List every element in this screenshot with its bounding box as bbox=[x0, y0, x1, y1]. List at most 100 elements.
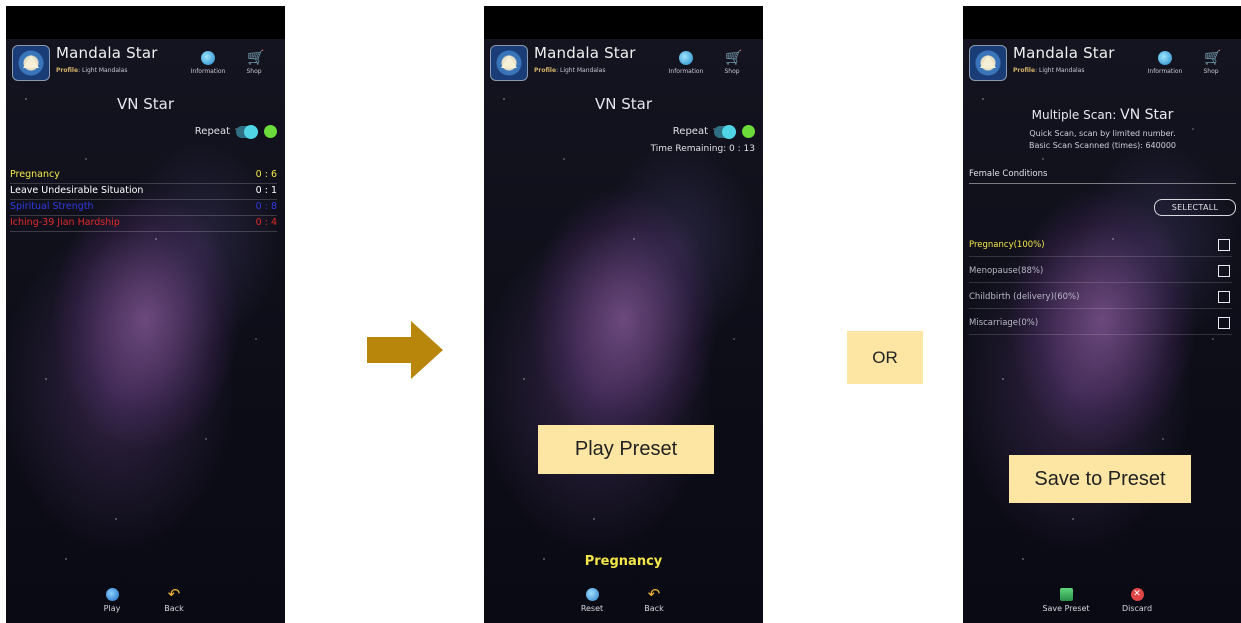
reset-button[interactable]: Reset bbox=[572, 588, 612, 613]
back-arrow-icon: ↶ bbox=[647, 585, 661, 603]
back-button[interactable]: ↶ Back bbox=[634, 585, 674, 614]
repeat-label: Repeat bbox=[672, 126, 708, 137]
status-bar bbox=[963, 6, 1241, 39]
profile-label: Profile bbox=[56, 67, 79, 74]
status-bar bbox=[6, 6, 285, 39]
item-value: 0 : 4 bbox=[255, 217, 277, 228]
shop-button[interactable]: 🛒 Shop bbox=[712, 45, 752, 75]
profile-value: : Light Mandalas bbox=[1035, 67, 1085, 74]
screen-background: Mandala Star Profile: Light Mandalas Inf… bbox=[963, 39, 1241, 623]
phone-screen-multiple-scan: Mandala Star Profile: Light Mandalas Inf… bbox=[963, 6, 1241, 623]
callout-save-to-preset: Save to Preset bbox=[1009, 455, 1191, 503]
app-title: Mandala Star bbox=[534, 44, 636, 62]
information-button[interactable]: Information bbox=[188, 45, 228, 75]
app-logo bbox=[490, 45, 528, 81]
information-icon bbox=[1158, 51, 1172, 65]
information-label: Information bbox=[668, 68, 704, 75]
repeat-row: Repeat bbox=[672, 124, 755, 139]
status-indicator-icon bbox=[742, 125, 755, 138]
item-value: 0 : 6 bbox=[255, 169, 277, 180]
reset-label: Reset bbox=[580, 604, 604, 613]
item-label: Pregnancy(100%) bbox=[969, 240, 1045, 250]
back-label: Back bbox=[644, 604, 664, 613]
item-label: Pregnancy bbox=[10, 169, 60, 180]
repeat-label: Repeat bbox=[194, 126, 230, 137]
list-item[interactable]: Spiritual Strength 0 : 8 bbox=[10, 201, 277, 216]
screen-background: Mandala Star Profile: Light Mandalas Inf… bbox=[484, 39, 763, 623]
repeat-toggle[interactable] bbox=[236, 124, 258, 139]
app-title: Mandala Star bbox=[56, 44, 158, 62]
profile-line: Profile: Light Mandalas bbox=[534, 67, 605, 74]
item-checkbox[interactable] bbox=[1218, 239, 1230, 251]
list-item[interactable]: Miscarriage(0%) bbox=[969, 312, 1232, 335]
profile-value: : Light Mandalas bbox=[556, 67, 606, 74]
shop-label: Shop bbox=[246, 68, 262, 75]
list-item[interactable]: Leave Undesirable Situation 0 : 1 bbox=[10, 185, 277, 200]
reset-icon bbox=[585, 588, 599, 601]
discard-button[interactable]: ✕ Discard bbox=[1115, 588, 1159, 613]
phone-screen-playlist: Mandala Star Profile: Light Mandalas Inf… bbox=[6, 6, 285, 623]
information-label: Information bbox=[1147, 68, 1183, 75]
status-indicator-icon bbox=[264, 125, 277, 138]
list-item[interactable]: Childbirth (delivery)(60%) bbox=[969, 286, 1232, 309]
section-header: Female Conditions bbox=[969, 169, 1236, 184]
list-item[interactable]: Iching-39 Jian Hardship 0 : 4 bbox=[10, 217, 277, 232]
item-label: Menopause(88%) bbox=[969, 266, 1044, 276]
repeat-row: Repeat bbox=[194, 124, 277, 139]
shop-label: Shop bbox=[724, 68, 740, 75]
app-title: Mandala Star bbox=[1013, 44, 1115, 62]
screen-background: Mandala Star Profile: Light Mandalas Inf… bbox=[6, 39, 285, 623]
app-header: Mandala Star Profile: Light Mandalas Inf… bbox=[969, 43, 1236, 83]
shop-button[interactable]: 🛒 Shop bbox=[234, 45, 274, 75]
multiple-scan-title: Multiple Scan: VN Star bbox=[963, 107, 1241, 123]
app-logo bbox=[12, 45, 50, 81]
information-label: Information bbox=[190, 68, 226, 75]
time-remaining: Time Remaining: 0 : 13 bbox=[650, 144, 755, 154]
profile-label: Profile bbox=[1013, 67, 1036, 74]
selectall-button[interactable]: SELECTALL bbox=[1154, 199, 1236, 216]
page-title: VN Star bbox=[594, 95, 652, 113]
item-checkbox[interactable] bbox=[1218, 265, 1230, 277]
list-item[interactable]: Menopause(88%) bbox=[969, 260, 1232, 283]
profile-label: Profile bbox=[534, 67, 557, 74]
play-icon bbox=[105, 588, 119, 601]
shop-cart-icon: 🛒 bbox=[247, 50, 265, 66]
profile-line: Profile: Light Mandalas bbox=[1013, 67, 1084, 74]
status-bar bbox=[484, 6, 763, 39]
save-preset-label: Save Preset bbox=[1042, 604, 1090, 613]
item-label: Miscarriage(0%) bbox=[969, 318, 1039, 328]
list-item[interactable]: Pregnancy 0 : 6 bbox=[10, 169, 277, 184]
item-label: Spiritual Strength bbox=[10, 201, 94, 212]
scan-title-name: VN Star bbox=[1120, 107, 1174, 123]
play-button[interactable]: Play bbox=[92, 588, 132, 613]
now-playing-title: Pregnancy bbox=[584, 554, 663, 569]
shop-cart-icon: 🛒 bbox=[725, 50, 743, 66]
callout-or: OR bbox=[847, 331, 923, 384]
item-value: 0 : 1 bbox=[255, 185, 277, 196]
list-item[interactable]: Pregnancy(100%) bbox=[969, 234, 1232, 257]
page-title: VN Star bbox=[116, 95, 174, 113]
information-button[interactable]: Information bbox=[666, 45, 706, 75]
scan-count: Basic Scan Scanned (times): 640000 bbox=[1028, 141, 1177, 150]
profile-value: : Light Mandalas bbox=[78, 67, 128, 74]
scan-subtitle: Quick Scan, scan by limited number. bbox=[1029, 129, 1176, 138]
item-checkbox[interactable] bbox=[1218, 317, 1230, 329]
item-checkbox[interactable] bbox=[1218, 291, 1230, 303]
item-label: Childbirth (delivery)(60%) bbox=[969, 292, 1080, 302]
back-button[interactable]: ↶ Back bbox=[154, 587, 194, 614]
phone-screen-playing: Mandala Star Profile: Light Mandalas Inf… bbox=[484, 6, 763, 623]
information-button[interactable]: Information bbox=[1145, 45, 1185, 75]
save-preset-icon bbox=[1059, 588, 1073, 601]
shop-cart-icon: 🛒 bbox=[1204, 50, 1222, 66]
repeat-toggle[interactable] bbox=[714, 124, 736, 139]
profile-line: Profile: Light Mandalas bbox=[56, 67, 127, 74]
save-preset-button[interactable]: Save Preset bbox=[1038, 588, 1094, 613]
shop-button[interactable]: 🛒 Shop bbox=[1191, 45, 1231, 75]
shop-label: Shop bbox=[1203, 68, 1219, 75]
item-value: 0 : 8 bbox=[255, 201, 277, 212]
information-icon bbox=[679, 51, 693, 65]
arrow-right-icon bbox=[367, 321, 443, 379]
app-header: Mandala Star Profile: Light Mandalas Inf… bbox=[12, 43, 279, 83]
app-header: Mandala Star Profile: Light Mandalas Inf… bbox=[490, 43, 757, 83]
scan-title-prefix: Multiple Scan: bbox=[1031, 108, 1117, 122]
